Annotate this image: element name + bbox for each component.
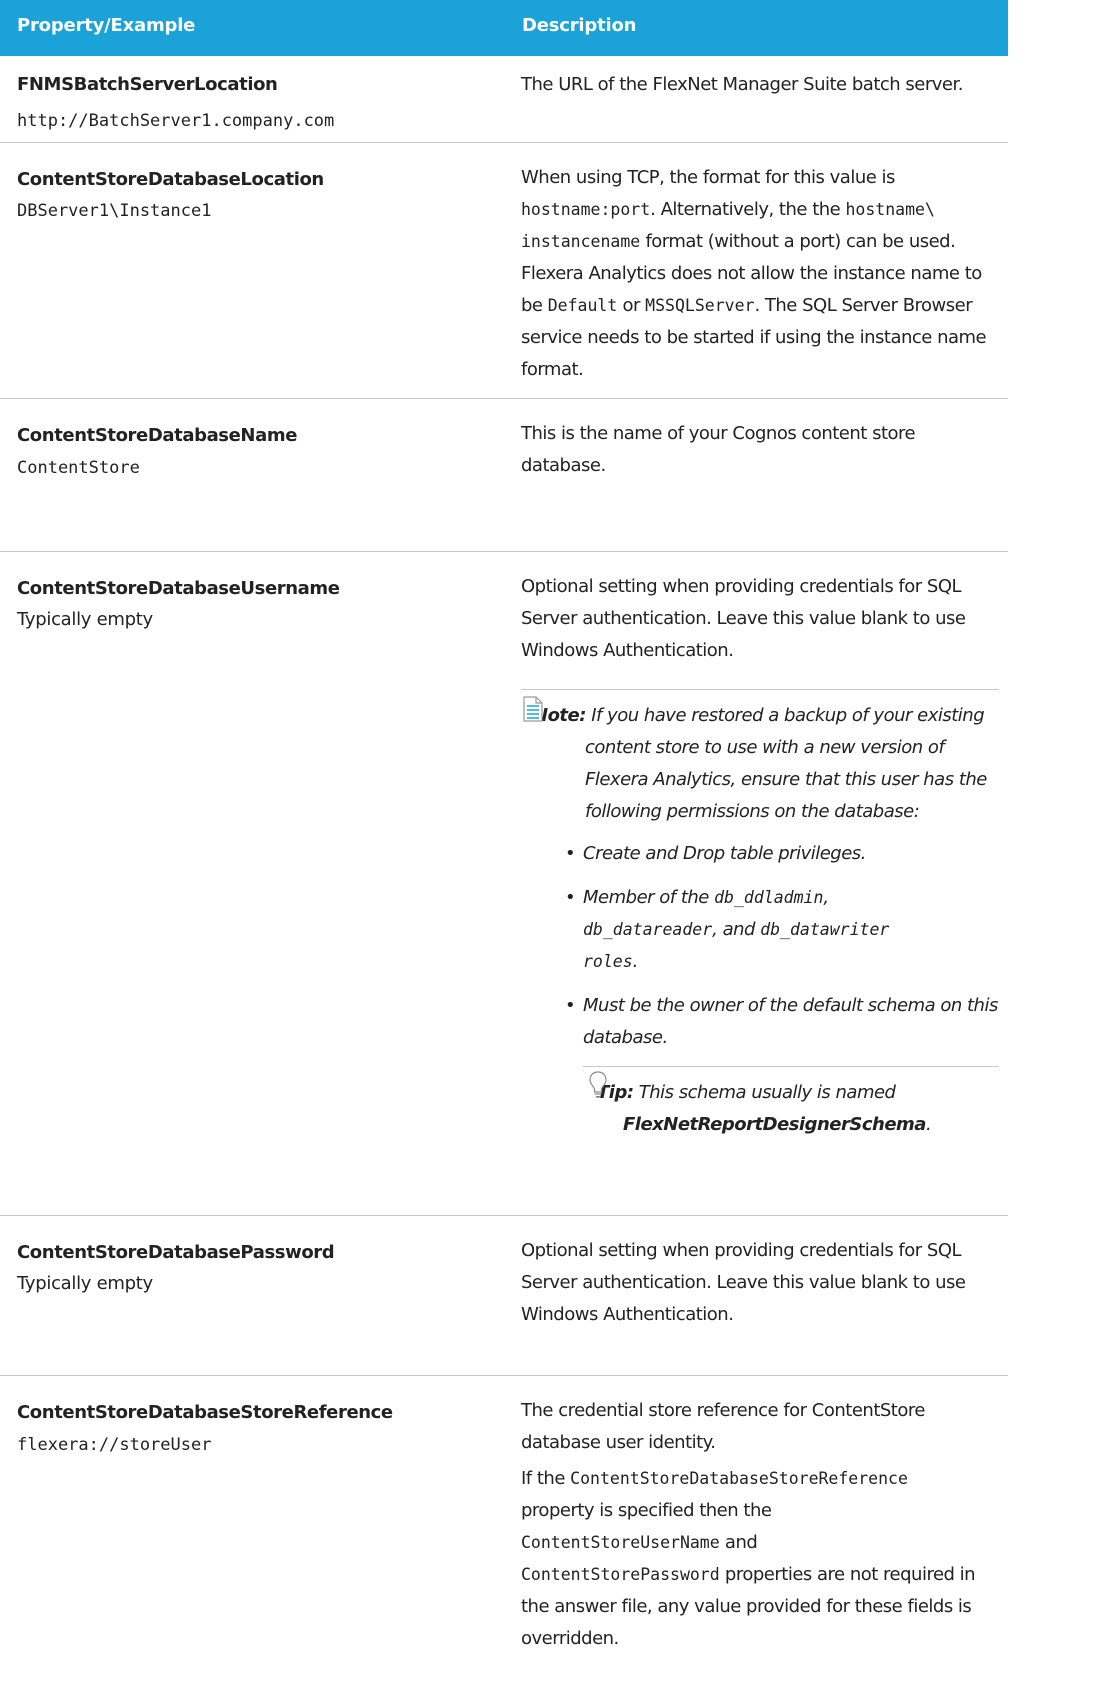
property-name: ContentStoreDatabaseStoreReference (17, 1402, 393, 1423)
list-item: • Must be the owner of the default schema… (565, 995, 998, 1048)
table-row: ContentStoreDatabaseName ContentStore Th… (0, 399, 1008, 552)
note-callout: Note: If you have restored a backup of y… (521, 689, 999, 1141)
code-instancename: instancename (521, 232, 641, 251)
description-text: If the ContentStoreDatabaseStoreReferenc… (521, 1468, 976, 1649)
property-example: ContentStore (17, 458, 140, 478)
table-row: ContentStoreDatabaseUsername Typically e… (0, 552, 1008, 1216)
tip-text: Tip: This schema usually is named FlexNe… (597, 1082, 932, 1135)
description-text: When using TCP, the format for this valu… (521, 167, 987, 380)
description-text: Optional setting when providing credenti… (521, 1240, 966, 1325)
code-hostname-port: hostname:port (521, 200, 651, 219)
description-cell: Optional setting when providing credenti… (521, 571, 999, 1141)
tip-callout: Tip: This schema usually is named FlexNe… (583, 1066, 999, 1141)
property-name: ContentStoreDatabaseLocation (17, 169, 324, 190)
header-description: Description (522, 15, 637, 36)
description-text: This is the name of your Cognos content … (521, 423, 916, 476)
property-example: http://BatchServer1.company.com (17, 111, 335, 131)
property-cell: ContentStoreDatabaseUsername Typically e… (17, 576, 487, 633)
list-item: • Member of the db_ddladmin, db_datareader… (565, 887, 890, 972)
code-hostname: hostname\ (845, 200, 935, 219)
property-name: ContentStoreDatabaseName (17, 425, 298, 446)
code-store-reference: ContentStoreDatabaseStoreReference (570, 1469, 908, 1488)
code-roles: roles (583, 952, 633, 971)
property-cell: ContentStoreDatabaseStoreReference flexe… (17, 1400, 487, 1458)
property-example: flexera://storeUser (17, 1435, 212, 1455)
code-default: Default (547, 296, 618, 315)
document-icon (523, 696, 543, 727)
properties-table: Property/Example Description FNMSBatchSe… (0, 0, 1008, 1708)
code-mssqlserver: MSSQLServer (645, 296, 755, 315)
property-name: FNMSBatchServerLocation (17, 74, 278, 95)
description-cell: This is the name of your Cognos content … (521, 418, 1001, 482)
property-cell: ContentStoreDatabaseName ContentStore (17, 423, 487, 481)
code-db-datareader: db_datareader (583, 920, 713, 939)
property-example: DBServer1\Instance1 (17, 201, 212, 221)
description-cell: The credential store reference for Conte… (521, 1395, 1001, 1655)
table-row: ContentStoreDatabasePassword Typically e… (0, 1216, 1008, 1376)
property-name: ContentStoreDatabasePassword (17, 1242, 335, 1263)
code-db-datawriter: db_datawriter (760, 920, 890, 939)
description-cell: Optional setting when providing credenti… (521, 1235, 1001, 1331)
table-header: Property/Example Description (0, 0, 1008, 56)
property-cell: ContentStoreDatabaseLocation DBServer1\I… (17, 167, 487, 224)
note-text: Note: If you have restored a backup of y… (533, 705, 987, 822)
lightbulb-icon (589, 1071, 607, 1104)
code-username: ContentStoreUserName (521, 1533, 720, 1552)
list-item: • Create and Drop table privileges. (565, 843, 866, 864)
property-cell: FNMSBatchServerLocation http://BatchServ… (17, 72, 487, 134)
code-db-ddladmin: db_ddladmin (714, 888, 824, 907)
tip-schema-name: FlexNetReportDesignerSchema (623, 1114, 926, 1135)
description-text: The URL of the FlexNet Manager Suite bat… (521, 74, 963, 95)
header-property-example: Property/Example (17, 15, 196, 36)
code-password: ContentStorePassword (521, 1565, 720, 1584)
property-cell: ContentStoreDatabasePassword Typically e… (17, 1240, 487, 1297)
description-cell: When using TCP, the format for this valu… (521, 162, 1001, 386)
property-example: Typically empty (17, 1273, 153, 1294)
property-example: Typically empty (17, 609, 153, 630)
description-cell: The URL of the FlexNet Manager Suite bat… (521, 69, 1001, 101)
table-row: ContentStoreDatabaseLocation DBServer1\I… (0, 143, 1008, 399)
description-text: Optional setting when providing credenti… (521, 576, 966, 661)
description-text: The credential store reference for Conte… (521, 1400, 925, 1453)
table-row: FNMSBatchServerLocation http://BatchServ… (0, 56, 1008, 143)
table-row: ContentStoreDatabaseStoreReference flexe… (0, 1376, 1008, 1708)
property-name: ContentStoreDatabaseUsername (17, 578, 340, 599)
permissions-list: • Create and Drop table privileges. • Memb… (521, 838, 999, 1054)
